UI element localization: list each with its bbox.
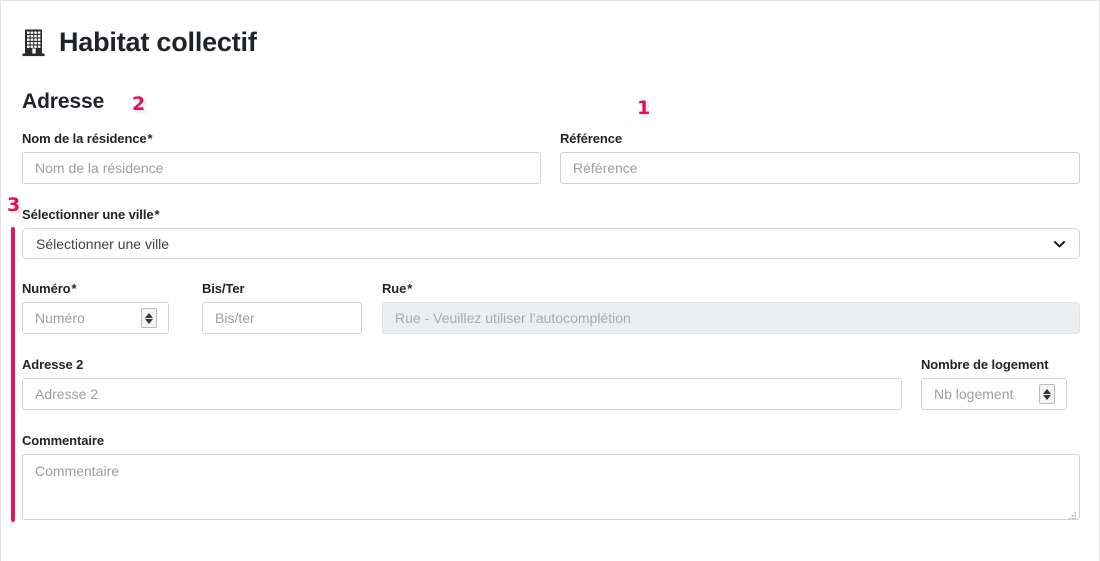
stepper-down-icon[interactable] [1043, 395, 1051, 400]
label-bis-ter: Bis/Ter [202, 281, 245, 296]
label-adresse-2-text: Adresse 2 [22, 357, 83, 372]
label-selectionner-ville: Sélectionner une ville* [22, 207, 159, 222]
input-reference[interactable] [560, 152, 1080, 184]
section-title-adresse: Adresse [22, 90, 104, 114]
select-ville[interactable]: Sélectionner une ville [22, 228, 1080, 259]
label-nom-residence-text: Nom de la résidence [22, 131, 147, 146]
label-nombre-logement-text: Nombre de logement [921, 357, 1049, 372]
section-highlight-bar [11, 227, 15, 522]
label-nombre-logement: Nombre de logement [921, 357, 1050, 372]
input-adresse-2[interactable] [22, 378, 902, 410]
stepper-up-icon[interactable] [145, 313, 153, 318]
callout-marker-2: 2 [132, 95, 145, 114]
label-commentaire-text: Commentaire [22, 433, 104, 448]
label-nom-residence: Nom de la résidence* [22, 131, 153, 146]
input-bis-ter[interactable] [202, 302, 362, 334]
textarea-commentaire[interactable] [22, 454, 1080, 520]
label-commentaire: Commentaire [22, 433, 105, 448]
label-reference-text: Référence [560, 131, 622, 146]
chevron-down-icon [1053, 237, 1066, 250]
page-title: Habitat collectif [22, 27, 257, 58]
numero-stepper[interactable] [141, 308, 157, 328]
label-selectionner-ville-text: Sélectionner une ville [22, 207, 153, 222]
required-asterisk: * [72, 281, 77, 296]
label-numero-text: Numéro [22, 281, 71, 296]
callout-marker-1: 1 [637, 99, 650, 118]
required-asterisk: * [154, 207, 159, 222]
input-rue [382, 302, 1080, 334]
required-asterisk: * [407, 281, 412, 296]
label-bis-ter-text: Bis/Ter [202, 281, 244, 296]
select-ville-box[interactable]: Sélectionner une ville [22, 228, 1080, 259]
callout-marker-3: 3 [7, 196, 20, 215]
page-title-text: Habitat collectif [59, 27, 257, 58]
stepper-down-icon[interactable] [145, 319, 153, 324]
stepper-up-icon[interactable] [1043, 389, 1051, 394]
label-rue-text: Rue [382, 281, 406, 296]
nombre-logement-stepper[interactable] [1039, 384, 1055, 404]
building-icon [22, 28, 48, 58]
label-reference: Référence [560, 131, 623, 146]
habitat-collectif-form-page: Habitat collectif Adresse 1 2 3 Nom de l… [0, 0, 1100, 561]
input-nom-residence[interactable] [22, 152, 541, 184]
label-rue: Rue* [382, 281, 412, 296]
label-adresse-2: Adresse 2 [22, 357, 84, 372]
required-asterisk: * [148, 131, 153, 146]
select-ville-value: Sélectionner une ville [36, 236, 169, 252]
label-numero: Numéro* [22, 281, 77, 296]
